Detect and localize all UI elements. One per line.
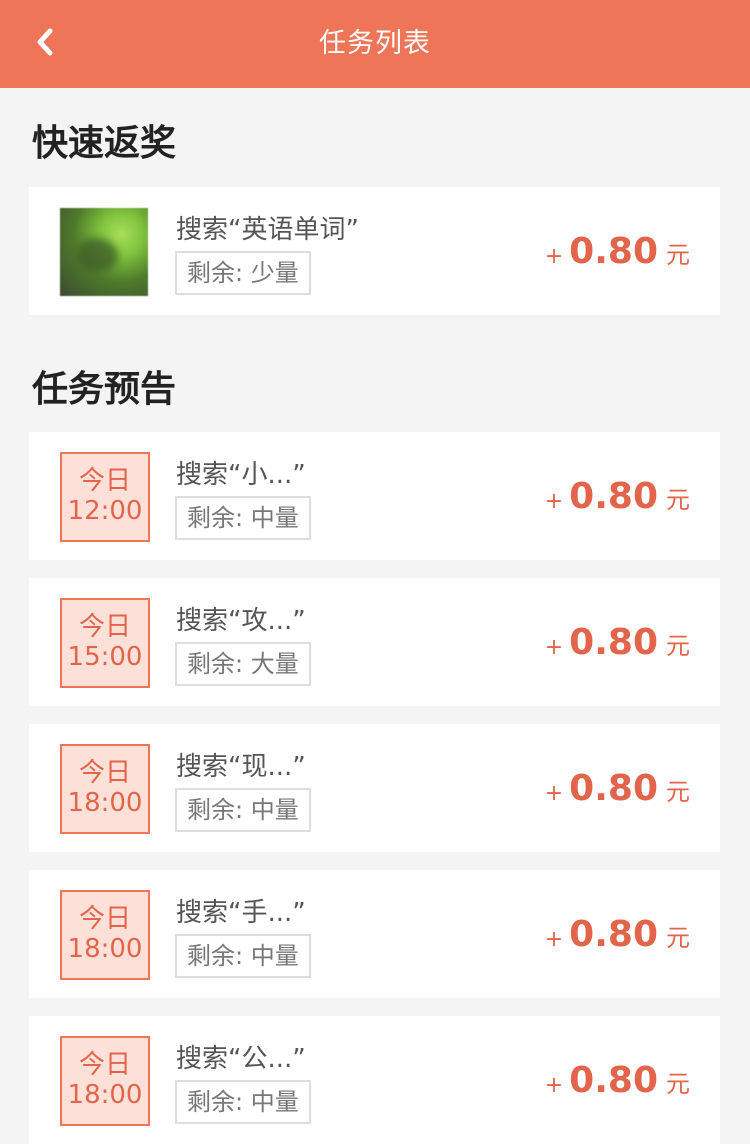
task-card-preview[interactable]: 今日 18:00 搜索“现...” 剩余: 中量 +0.80 元 [29, 724, 720, 852]
schedule-time-box: 今日 15:00 [60, 598, 150, 688]
task-title: 搜索“攻...” [176, 606, 306, 636]
task-title: 搜索“英语单词” [176, 215, 359, 245]
schedule-time: 12:00 [67, 496, 143, 526]
reward-amount: +0.80 元 [545, 474, 690, 526]
schedule-time: 15:00 [67, 642, 143, 672]
reward-unit: 元 [666, 241, 690, 269]
reward-plus-sign: + [544, 1073, 564, 1098]
task-card-preview[interactable]: 今日 15:00 搜索“攻...” 剩余: 大量 +0.80 元 [29, 578, 720, 706]
task-card-preview[interactable]: 今日 18:00 搜索“公...” 剩余: 中量 +0.80 元 [29, 1016, 720, 1144]
reward-value: 0.80 [569, 914, 658, 955]
schedule-time: 18:00 [67, 1080, 143, 1110]
schedule-time-box: 今日 18:00 [60, 1036, 150, 1126]
reward-amount: +0.80 元 [545, 1058, 690, 1110]
reward-value: 0.80 [569, 476, 658, 517]
reward-plus-sign: + [544, 927, 564, 952]
reward-plus-sign: + [544, 781, 564, 806]
schedule-day: 今日 [78, 904, 131, 934]
task-title: 搜索“公...” [176, 1044, 306, 1074]
task-title: 搜索“手...” [176, 898, 306, 928]
remaining-tag: 剩余: 中量 [175, 496, 311, 540]
remaining-tag: 剩余: 少量 [175, 251, 311, 295]
reward-plus-sign: + [544, 489, 564, 514]
reward-plus-sign: + [544, 635, 564, 660]
remaining-tag: 剩余: 中量 [175, 788, 311, 832]
task-title: 搜索“现...” [176, 752, 306, 782]
top-bar: 任务列表 [0, 0, 750, 88]
reward-value: 0.80 [569, 1060, 658, 1101]
reward-unit: 元 [666, 632, 690, 660]
reward-amount: +0.80 元 [545, 766, 690, 818]
schedule-time-box: 今日 18:00 [60, 744, 150, 834]
section-title-quick-rewards: 快速返奖 [32, 123, 177, 164]
task-thumbnail-image [60, 208, 148, 296]
remaining-tag: 剩余: 中量 [175, 1080, 311, 1124]
reward-amount: +0.80 元 [545, 912, 690, 964]
remaining-tag: 剩余: 大量 [175, 642, 311, 686]
reward-unit: 元 [666, 1070, 690, 1098]
schedule-day: 今日 [78, 1050, 131, 1080]
schedule-time: 18:00 [67, 934, 143, 964]
schedule-day: 今日 [78, 466, 131, 496]
schedule-time-box: 今日 12:00 [60, 452, 150, 542]
reward-value: 0.80 [569, 622, 658, 663]
reward-amount: +0.80 元 [545, 229, 690, 281]
schedule-day: 今日 [78, 758, 131, 788]
reward-unit: 元 [666, 778, 690, 806]
task-card-preview[interactable]: 今日 12:00 搜索“小...” 剩余: 中量 +0.80 元 [29, 432, 720, 560]
schedule-day: 今日 [78, 612, 131, 642]
task-title: 搜索“小...” [176, 460, 306, 490]
reward-unit: 元 [666, 486, 690, 514]
reward-amount: +0.80 元 [545, 620, 690, 672]
page-title: 任务列表 [319, 28, 431, 59]
section-title-task-preview: 任务预告 [32, 369, 177, 410]
schedule-time-box: 今日 18:00 [60, 890, 150, 980]
remaining-tag: 剩余: 中量 [175, 934, 311, 978]
reward-unit: 元 [666, 924, 690, 952]
schedule-time: 18:00 [67, 788, 143, 818]
task-card-quick[interactable]: 搜索“英语单词” 剩余: 少量 +0.80 元 [29, 187, 720, 315]
reward-value: 0.80 [569, 231, 658, 272]
task-card-preview[interactable]: 今日 18:00 搜索“手...” 剩余: 中量 +0.80 元 [29, 870, 720, 998]
reward-value: 0.80 [569, 768, 658, 809]
reward-plus-sign: + [544, 244, 564, 269]
